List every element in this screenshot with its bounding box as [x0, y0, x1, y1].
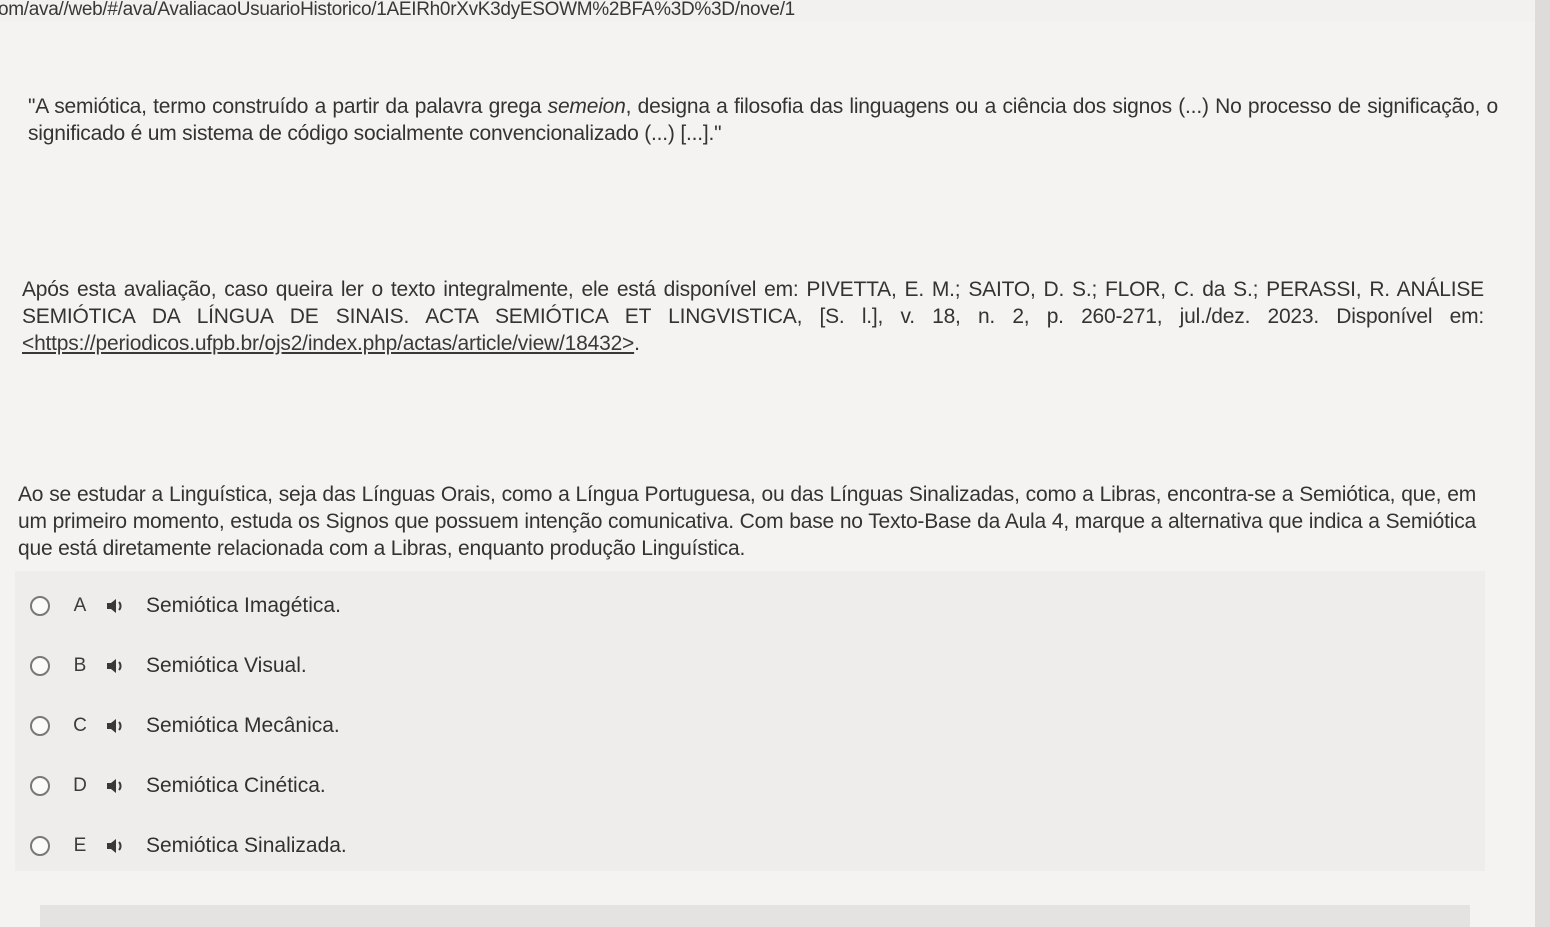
speaker-icon[interactable] — [106, 778, 128, 794]
option-d-text: Semiótica Cinética. — [146, 774, 326, 797]
option-c-letter: C — [73, 715, 87, 736]
option-a-letter: A — [73, 595, 87, 616]
reference-text: Após esta avaliação, caso queira ler o t… — [22, 278, 1484, 328]
option-a-radio[interactable] — [30, 596, 50, 616]
option-d-radio[interactable] — [30, 776, 50, 796]
url-text: om/ava//web/#/ava/AvaliacaoUsuarioHistor… — [0, 0, 795, 20]
bottom-bar — [40, 905, 1470, 927]
option-c-radio[interactable] — [30, 716, 50, 736]
option-b-letter: B — [73, 655, 87, 676]
option-c[interactable]: C Semiótica Mecânica. — [15, 697, 1470, 755]
reference-paragraph: Após esta avaliação, caso queira ler o t… — [22, 276, 1484, 357]
speaker-icon[interactable] — [106, 658, 128, 674]
option-a[interactable]: A Semiótica Imagética. — [15, 577, 1470, 635]
answer-options: A Semiótica Imagética. B Semiótica Visua… — [15, 571, 1485, 871]
option-d[interactable]: D Semiótica Cinética. — [15, 757, 1470, 815]
citation-text-start: "A semiótica, termo construído a partir … — [28, 95, 548, 118]
speaker-icon[interactable] — [106, 838, 128, 854]
reference-end: . — [634, 332, 640, 355]
option-e-text: Semiótica Sinalizada. — [146, 834, 347, 857]
option-e-letter: E — [73, 835, 87, 856]
window-edge — [1535, 0, 1550, 927]
address-bar[interactable]: om/ava//web/#/ava/AvaliacaoUsuarioHistor… — [0, 0, 1550, 22]
option-a-text: Semiótica Imagética. — [146, 594, 341, 617]
speaker-icon[interactable] — [106, 718, 128, 734]
citation-paragraph: "A semiótica, termo construído a partir … — [28, 93, 1498, 147]
option-b-text: Semiótica Visual. — [146, 654, 307, 677]
option-e-radio[interactable] — [30, 836, 50, 856]
question-prompt: Ao se estudar a Linguística, seja das Lí… — [18, 483, 1476, 560]
option-e[interactable]: E Semiótica Sinalizada. — [15, 817, 1470, 875]
citation-term: semeion — [547, 95, 626, 118]
option-c-text: Semiótica Mecânica. — [146, 714, 340, 737]
option-b-radio[interactable] — [30, 656, 50, 676]
reference-link[interactable]: <https://periodicos.ufpb.br/ojs2/index.p… — [22, 332, 634, 355]
speaker-icon[interactable] — [106, 598, 128, 614]
option-d-letter: D — [73, 775, 87, 796]
option-b[interactable]: B Semiótica Visual. — [15, 637, 1470, 695]
